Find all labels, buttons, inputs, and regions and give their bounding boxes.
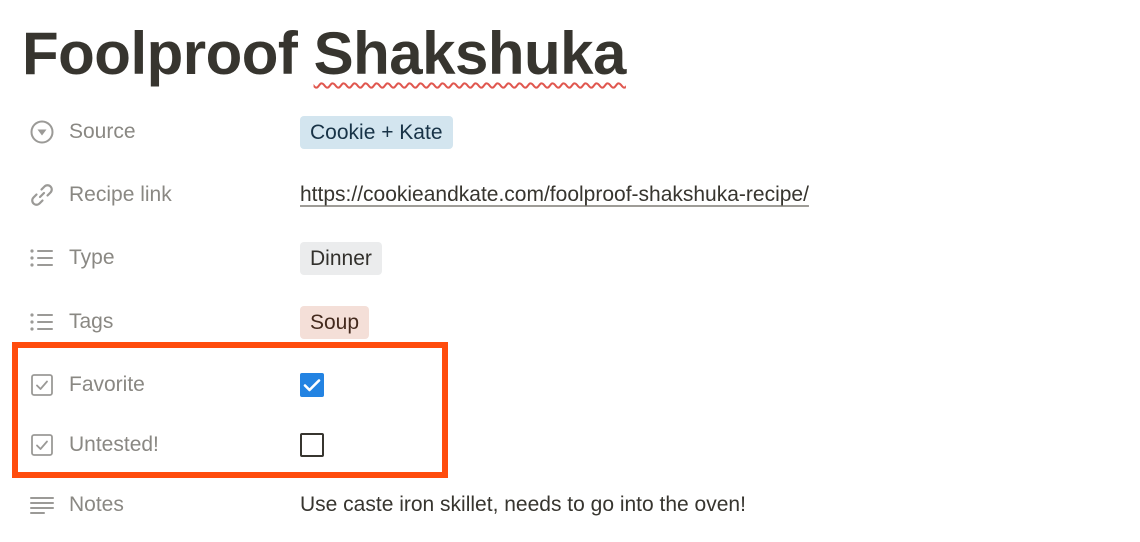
notes-text: Use caste iron skillet, needs to go into… (300, 493, 746, 516)
property-value-tags[interactable]: Soup (300, 298, 370, 346)
page-title-misspelled-word: Shakshuka (313, 20, 627, 87)
property-tags[interactable]: Tags (28, 298, 113, 346)
property-row-tags: Tags Soup (0, 298, 1140, 346)
highlight-box (12, 342, 448, 478)
text-icon (28, 491, 56, 519)
property-label: Tags (69, 310, 114, 333)
property-recipe-link[interactable]: Recipe link (28, 171, 172, 219)
property-value-recipe-link[interactable]: https://cookieandkate.com/foolproof-shak… (300, 171, 809, 219)
type-tag[interactable]: Dinner (300, 241, 382, 275)
property-row-type: Type Dinner (0, 234, 1140, 282)
property-value-type[interactable]: Dinner (300, 234, 382, 282)
property-source[interactable]: Source (28, 108, 136, 156)
property-label: Recipe link (69, 183, 172, 206)
page-title[interactable]: Foolproof Shakshuka (22, 14, 626, 94)
recipe-url-link[interactable]: https://cookieandkate.com/foolproof-shak… (300, 183, 809, 207)
property-value-source[interactable]: Cookie + Kate (300, 108, 453, 156)
property-label: Type (69, 246, 115, 269)
property-row-recipe-link: Recipe link https://cookieandkate.com/fo… (0, 171, 1140, 219)
multi-select-icon (28, 308, 56, 336)
select-icon (28, 118, 56, 146)
property-label: Source (69, 120, 136, 143)
property-row-notes: Notes Use caste iron skillet, needs to g… (0, 481, 1140, 529)
property-label: Notes (69, 493, 124, 516)
link-icon (28, 181, 56, 209)
property-row-source: Source Cookie + Kate (0, 108, 1140, 156)
property-type[interactable]: Type (28, 234, 115, 282)
property-notes[interactable]: Notes (28, 481, 124, 529)
page-title-text: Foolproof (22, 20, 314, 87)
multi-select-icon (28, 244, 56, 272)
soup-tag[interactable]: Soup (300, 305, 370, 339)
source-tag[interactable]: Cookie + Kate (300, 115, 453, 149)
property-value-notes[interactable]: Use caste iron skillet, needs to go into… (300, 481, 746, 529)
